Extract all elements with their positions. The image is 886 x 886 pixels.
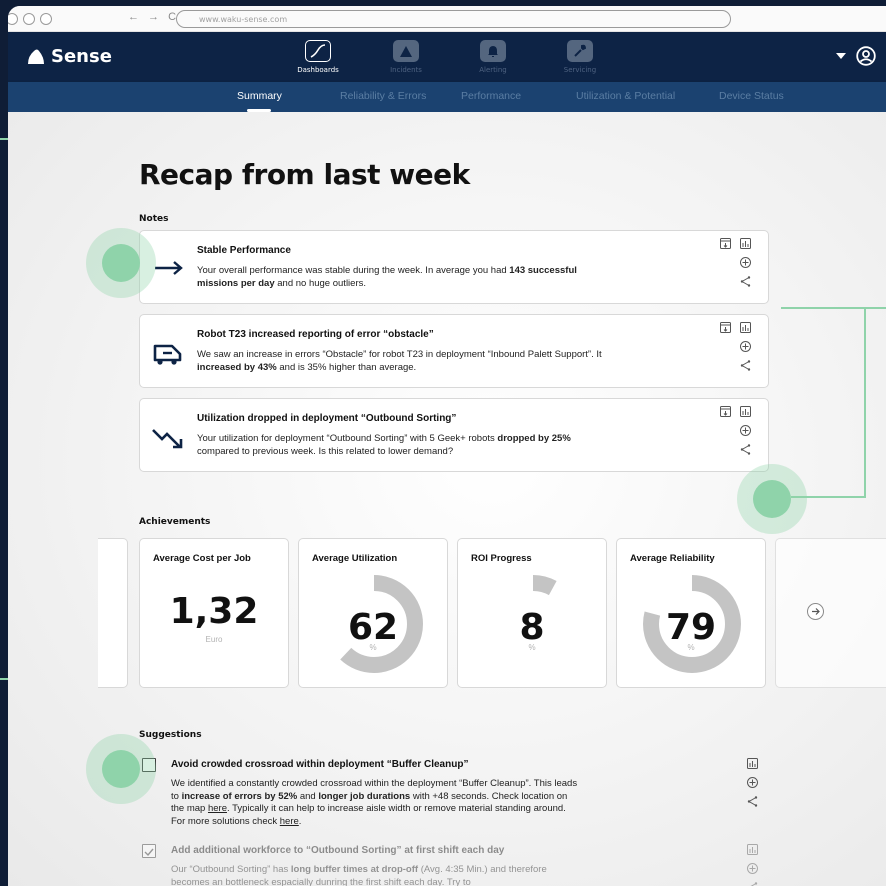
achievement-card: Average Reliability 79 %: [616, 538, 766, 688]
note-text: Your utilization for deployment “Outboun…: [197, 433, 571, 457]
callout-line-right-top: [864, 307, 886, 309]
window-maximize-dot[interactable]: [40, 13, 52, 25]
browser-chrome: ← → C www.waku-sense.com: [8, 6, 886, 32]
wrench-icon: [574, 44, 587, 57]
achievement-title: Average Utilization: [312, 553, 398, 564]
app-header: Sense Dashboards Incidents Alerting Serv…: [8, 32, 886, 82]
share-icon[interactable]: [747, 796, 758, 807]
chevron-down-icon[interactable]: [836, 52, 846, 60]
carousel-next-button[interactable]: [807, 603, 824, 620]
suggestion-text: Our “Outbound Sorting” has long buffer t…: [171, 864, 547, 886]
achievement-unit: %: [528, 643, 536, 652]
add-circle-icon[interactable]: [740, 425, 751, 436]
add-circle-icon[interactable]: [740, 341, 751, 352]
nav-servicing-label: Servicing: [563, 66, 597, 74]
achievement-unit: %: [369, 643, 377, 652]
add-circle-icon[interactable]: [747, 863, 758, 874]
achievement-title: Average Reliability: [630, 553, 715, 564]
note-card: Stable Performance Your overall performa…: [139, 230, 769, 304]
bar-chart-icon[interactable]: [747, 758, 758, 769]
suggestion-checkbox-checked[interactable]: [142, 844, 156, 858]
user-menu[interactable]: [836, 46, 876, 66]
app-name: Sense: [51, 46, 112, 67]
nav-alerting[interactable]: Alerting: [458, 40, 528, 74]
achievement-value: 1,32: [169, 591, 259, 632]
nav-incidents-label: Incidents: [390, 66, 422, 74]
suggestion-title: Avoid crowded crossroad within deploymen…: [171, 759, 469, 770]
archive-icon[interactable]: [720, 406, 731, 417]
bar-chart-icon[interactable]: [747, 844, 758, 855]
add-circle-icon[interactable]: [740, 257, 751, 268]
tab-reliability-errors[interactable]: Reliability & Errors: [340, 90, 426, 102]
robot-icon: [153, 344, 182, 365]
highlight-bubble-notes: [86, 228, 156, 298]
app-logo[interactable]: Sense: [26, 46, 112, 67]
achievement-card: Average Utilization 62 %: [298, 538, 448, 688]
note-text: Your overall performance was stable duri…: [197, 265, 577, 289]
nav-dashboards-label: Dashboards: [297, 66, 339, 74]
achievement-value: 8: [519, 607, 545, 648]
highlight-bubble-achievements: [737, 464, 807, 534]
share-icon[interactable]: [747, 882, 758, 886]
trend-down-icon: [152, 429, 183, 449]
achievement-unit: %: [687, 643, 695, 652]
note-card: Utilization dropped in deployment “Outbo…: [139, 398, 769, 472]
window-close-dot[interactable]: [8, 13, 18, 25]
suggestion-title: Add additional workforce to “Outbound So…: [171, 845, 505, 856]
suggestions-heading: Suggestions: [139, 730, 202, 740]
map-link[interactable]: here: [208, 803, 227, 814]
share-icon[interactable]: [740, 444, 751, 455]
archive-icon[interactable]: [720, 322, 731, 333]
warning-icon: [400, 45, 412, 57]
nav-incidents[interactable]: Incidents: [371, 40, 441, 74]
tab-device-status[interactable]: Device Status: [719, 90, 784, 102]
share-icon[interactable]: [740, 360, 751, 371]
achievement-card-partial: [775, 538, 886, 688]
window-minimize-dot[interactable]: [23, 13, 35, 25]
achievement-unit: Euro: [205, 635, 223, 644]
url-bar[interactable]: www.waku-sense.com: [176, 10, 731, 28]
note-text: We saw an increase in errors “Obstacle” …: [197, 349, 602, 373]
logo-icon: [28, 49, 44, 64]
bar-chart-icon[interactable]: [740, 406, 751, 417]
solutions-link[interactable]: here: [280, 816, 299, 827]
achievement-title: ROI Progress: [471, 553, 532, 564]
achievement-value: 62: [347, 607, 399, 648]
tab-summary[interactable]: Summary: [237, 90, 282, 112]
checkmark-icon: [144, 848, 154, 857]
achievement-card: ROI Progress 8 %: [457, 538, 607, 688]
arrow-right-icon: [155, 261, 183, 275]
bell-icon: [488, 45, 498, 57]
note-title: Robot T23 increased reporting of error “…: [197, 329, 434, 340]
user-avatar-icon[interactable]: [856, 46, 876, 66]
achievements-heading: Achievements: [139, 517, 211, 527]
suggestion-text: We identified a constantly crowded cross…: [171, 778, 578, 827]
arrow-right-icon: [812, 608, 820, 615]
page-title: Recap from last week: [139, 158, 470, 191]
bar-chart-icon[interactable]: [740, 322, 751, 333]
chart-line-icon: [310, 44, 326, 58]
add-circle-icon[interactable]: [747, 777, 758, 788]
browser-nav-buttons[interactable]: ← → C: [128, 11, 179, 23]
callout-line-right: [791, 307, 866, 498]
nav-alerting-label: Alerting: [479, 66, 507, 74]
tab-utilization-potential[interactable]: Utilization & Potential: [576, 90, 675, 102]
nav-dashboards[interactable]: Dashboards: [283, 40, 353, 74]
archive-icon[interactable]: [720, 238, 731, 249]
sub-navigation: Summary Reliability & Errors Performance…: [8, 82, 886, 112]
achievement-card: Average Cost per Job 1,32 Euro: [139, 538, 289, 688]
achievement-card-partial: [98, 538, 128, 688]
tab-performance[interactable]: Performance: [461, 90, 521, 102]
share-icon[interactable]: [740, 276, 751, 287]
nav-servicing[interactable]: Servicing: [545, 40, 615, 74]
achievement-title: Average Cost per Job: [153, 553, 251, 564]
notes-heading: Notes: [139, 214, 169, 224]
highlight-bubble-suggestions: [86, 734, 156, 804]
note-title: Utilization dropped in deployment “Outbo…: [197, 413, 457, 424]
note-card: Robot T23 increased reporting of error “…: [139, 314, 769, 388]
note-title: Stable Performance: [197, 245, 291, 256]
achievement-value: 79: [665, 607, 717, 648]
bar-chart-icon[interactable]: [740, 238, 751, 249]
